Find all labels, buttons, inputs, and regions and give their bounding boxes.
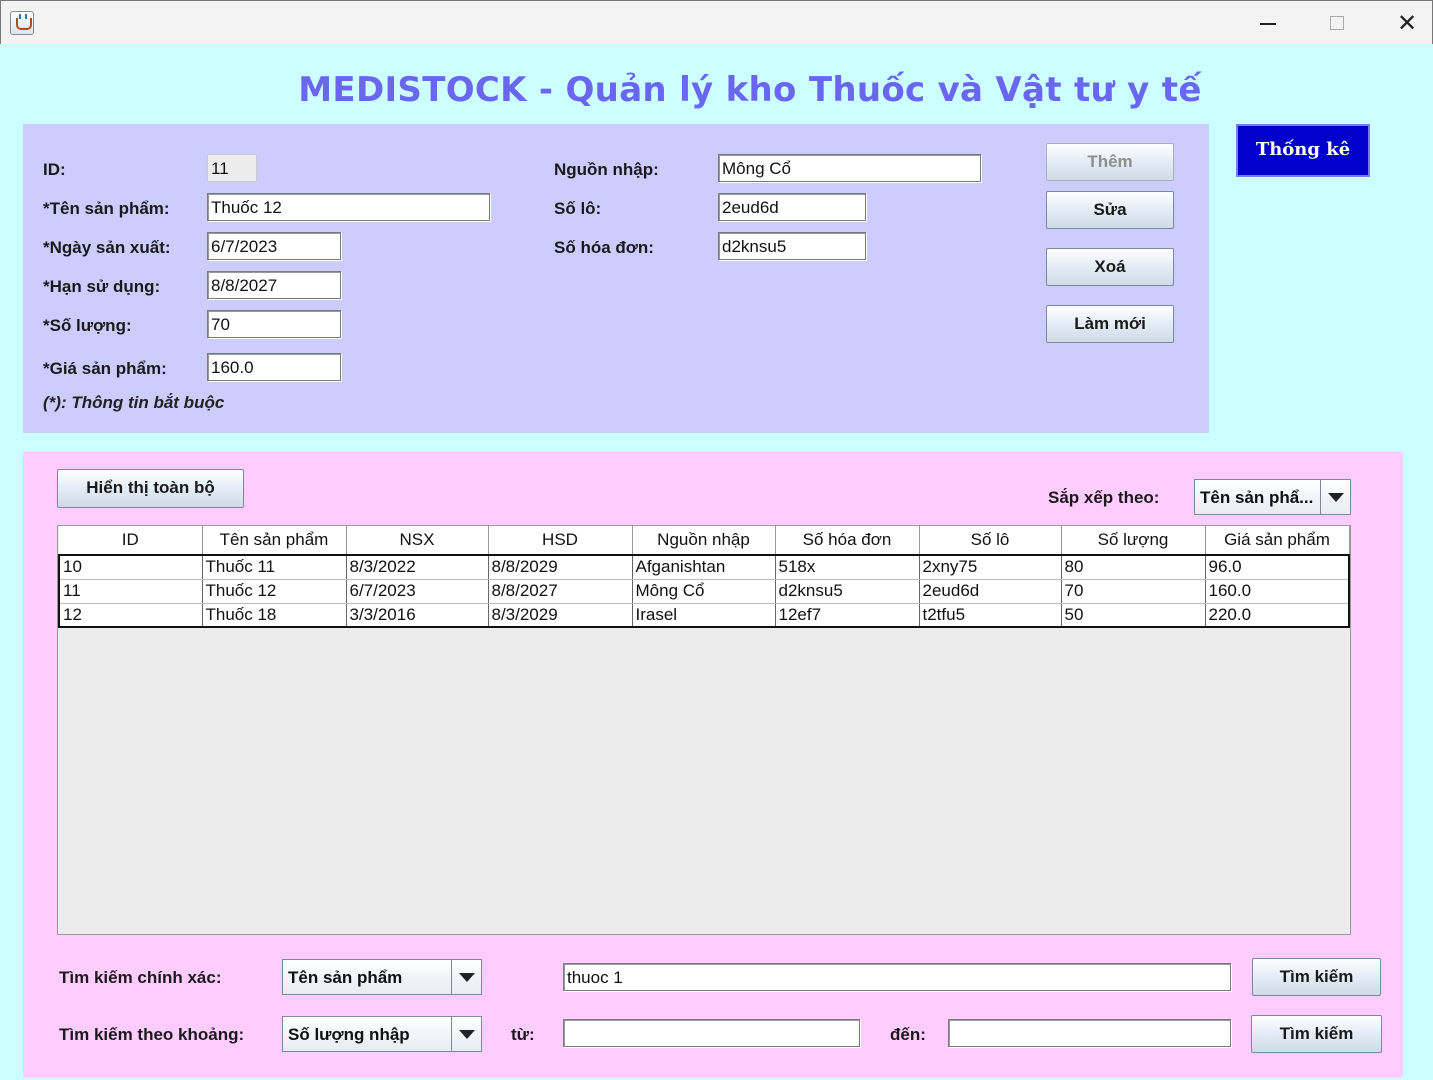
table-cell: 12 (58, 603, 203, 628)
product-name-field[interactable]: Thuốc 12 (207, 193, 490, 221)
exact-search-input[interactable]: thuoc 1 (563, 963, 1231, 991)
table-cell: 160.0 (1205, 579, 1350, 604)
table-cell: 11 (58, 579, 203, 604)
table-cell: 2eud6d (919, 579, 1062, 604)
add-button[interactable]: Thêm (1046, 143, 1174, 181)
maximize-button[interactable] (1319, 9, 1355, 37)
table-cell: 3/3/2016 (346, 603, 489, 628)
table-cell: 8/8/2027 (488, 579, 633, 604)
minimize-icon (1260, 23, 1276, 25)
invoice-field[interactable]: d2knsu5 (718, 232, 866, 260)
maximize-icon (1330, 16, 1344, 30)
id-field: 11 (207, 154, 257, 182)
column-header-invoice[interactable]: Số hóa đơn (775, 526, 920, 556)
range-search-field-value: Số lượng nhập (288, 1025, 410, 1044)
sort-label: Sắp xếp theo: (1048, 488, 1160, 507)
column-header-mfg[interactable]: NSX (346, 526, 489, 556)
expiry-date-label: *Hạn sử dụng: (43, 277, 161, 296)
expiry-date-field[interactable]: 8/8/2027 (207, 271, 341, 299)
required-note: (*): Thông tin bắt buộc (43, 393, 225, 412)
table-cell: 80 (1061, 554, 1206, 580)
minimize-button[interactable] (1250, 9, 1286, 37)
table-cell: 96.0 (1205, 554, 1350, 580)
manufacture-date-label: *Ngày sản xuất: (43, 238, 171, 257)
table-cell: t2tfu5 (919, 603, 1062, 628)
range-to-input[interactable] (948, 1019, 1231, 1047)
table-cell: Mông Cổ (632, 579, 776, 604)
java-cup-icon[interactable] (10, 11, 34, 35)
product-name-label: *Tên sản phẩm: (43, 199, 170, 218)
exact-search-label: Tìm kiếm chính xác: (59, 968, 222, 987)
table-cell: 12ef7 (775, 603, 920, 628)
chevron-down-icon[interactable] (451, 960, 481, 994)
table-header-row: ID Tên sản phẩm NSX HSD Nguồn nhập Số hó… (59, 526, 1350, 556)
sort-combobox-value: Tên sản phẩ... (1200, 488, 1314, 507)
chevron-down-icon[interactable] (451, 1017, 481, 1051)
table-cell: Thuốc 11 (202, 554, 347, 580)
show-all-button[interactable]: Hiển thị toàn bộ (57, 469, 244, 508)
invoice-label: Số hóa đơn: (554, 238, 654, 257)
table-cell: Thuốc 18 (202, 603, 347, 628)
range-from-input[interactable] (563, 1019, 860, 1047)
manufacture-date-field[interactable]: 6/7/2023 (207, 232, 341, 260)
range-from-label: từ: (511, 1025, 535, 1044)
table-cell: 518x (775, 554, 920, 580)
quantity-field[interactable]: 70 (207, 310, 341, 338)
range-search-label: Tìm kiếm theo khoảng: (59, 1025, 245, 1044)
table-cell: 6/7/2023 (346, 579, 489, 604)
table-cell: 50 (1061, 603, 1206, 628)
column-header-source[interactable]: Nguồn nhập (632, 526, 776, 556)
column-header-exp[interactable]: HSD (488, 526, 633, 556)
edit-button[interactable]: Sửa (1046, 191, 1174, 229)
source-field[interactable]: Mông Cổ (718, 154, 981, 182)
table-cell: Thuốc 12 (202, 579, 347, 604)
table-cell: Afganishtan (632, 554, 776, 580)
id-label: ID: (43, 160, 66, 179)
exact-search-button[interactable]: Tìm kiếm (1252, 958, 1381, 996)
lot-field[interactable]: 2eud6d (718, 193, 866, 221)
lot-label: Số lô: (554, 199, 602, 218)
table-row[interactable]: 11 Thuốc 12 6/7/2023 8/8/2027 Mông Cổ d2… (58, 579, 1350, 604)
close-button[interactable]: ✕ (1389, 9, 1425, 37)
table-row[interactable]: 10 Thuốc 11 8/3/2022 8/8/2029 Afganishta… (58, 554, 1350, 580)
quantity-label: *Số lượng: (43, 316, 132, 335)
table-cell: 8/3/2022 (346, 554, 489, 580)
column-header-quantity[interactable]: Số lượng (1061, 526, 1206, 556)
source-label: Nguồn nhập: (554, 160, 659, 179)
statistics-button[interactable]: Thống kê (1236, 124, 1370, 177)
exact-search-field-value: Tên sản phẩm (288, 968, 403, 987)
product-table[interactable]: ID Tên sản phẩm NSX HSD Nguồn nhập Số hó… (57, 525, 1351, 935)
table-cell: 2xny75 (919, 554, 1062, 580)
table-cell: 8/3/2029 (488, 603, 633, 628)
column-header-id[interactable]: ID (59, 526, 203, 556)
table-cell: 8/8/2029 (488, 554, 633, 580)
table-row[interactable]: 12 Thuốc 18 3/3/2016 8/3/2029 Irasel 12e… (58, 603, 1350, 628)
column-header-lot[interactable]: Số lô (919, 526, 1062, 556)
range-to-label: đến: (890, 1025, 926, 1044)
reset-button[interactable]: Làm mới (1046, 305, 1174, 343)
price-field[interactable]: 160.0 (207, 353, 341, 381)
column-header-name[interactable]: Tên sản phẩm (202, 526, 347, 556)
table-cell: 70 (1061, 579, 1206, 604)
table-cell: 220.0 (1205, 603, 1350, 628)
chevron-down-icon[interactable] (1320, 480, 1350, 514)
delete-button[interactable]: Xoá (1046, 248, 1174, 286)
app-title: MEDISTOCK - Quản lý kho Thuốc và Vật tư … (298, 70, 1202, 110)
window-titlebar: ✕ (0, 0, 1433, 44)
product-form-panel: ID: 11 *Tên sản phẩm: Thuốc 12 *Ngày sản… (23, 124, 1209, 433)
sort-combobox[interactable]: Tên sản phẩ... (1194, 479, 1351, 515)
close-icon: ✕ (1396, 9, 1418, 37)
range-search-button[interactable]: Tìm kiếm (1251, 1015, 1382, 1053)
table-cell: 10 (58, 554, 203, 580)
table-cell: d2knsu5 (775, 579, 920, 604)
range-search-field-combobox[interactable]: Số lượng nhập (282, 1016, 482, 1052)
price-label: *Giá sản phẩm: (43, 359, 167, 378)
exact-search-field-combobox[interactable]: Tên sản phẩm (282, 959, 482, 995)
table-cell: Irasel (632, 603, 776, 628)
column-header-price[interactable]: Giá sản phẩm (1205, 526, 1350, 556)
product-list-panel: Hiển thị toàn bộ Sắp xếp theo: Tên sản p… (23, 452, 1403, 1077)
